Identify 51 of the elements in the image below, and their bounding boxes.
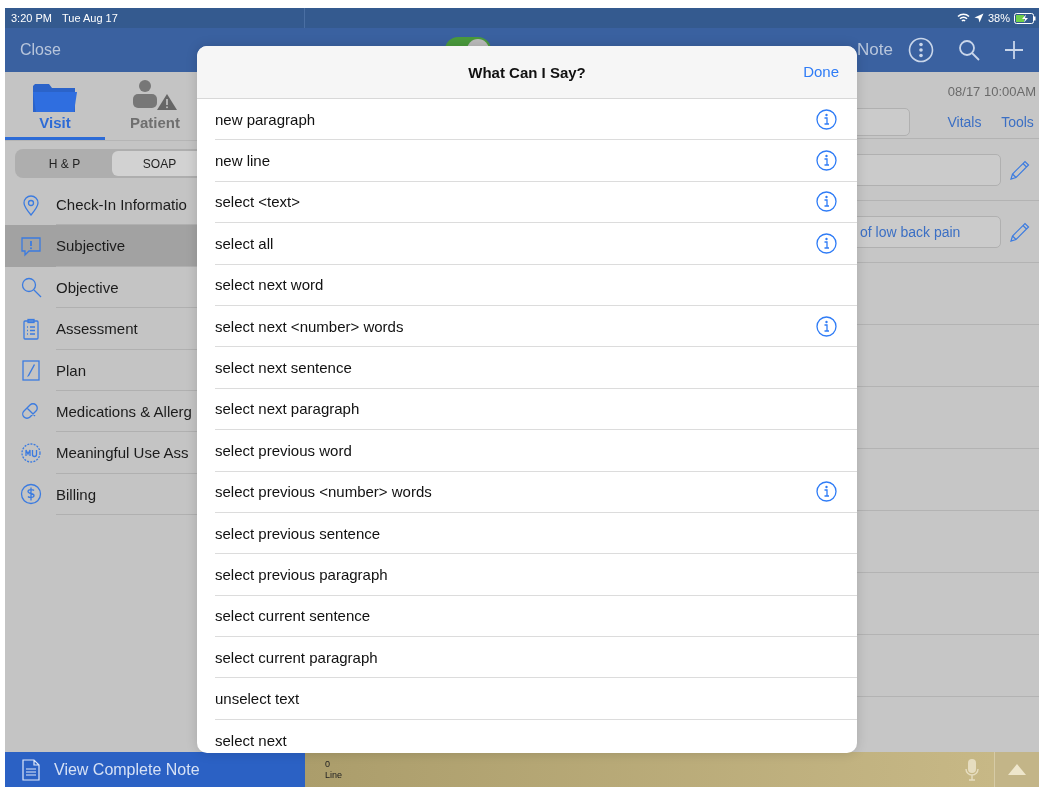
command-item: unselect text <box>215 690 300 708</box>
person-warning-icon <box>131 78 179 112</box>
add-icon[interactable] <box>1003 40 1024 60</box>
line-count: 0 <box>325 758 330 770</box>
info-icon[interactable] <box>816 191 837 213</box>
battery-level: 38% <box>987 12 1010 24</box>
pin-icon <box>20 193 42 216</box>
search-icon <box>20 276 42 299</box>
clipboard-icon <box>20 317 42 340</box>
command-item: select previous <number> words <box>215 483 432 501</box>
view-note-button[interactable]: View Complete Note <box>5 752 305 787</box>
wifi-icon <box>956 13 970 23</box>
document-icon <box>22 758 40 781</box>
pencil-icon[interactable] <box>1009 158 1031 181</box>
line-label: Line <box>325 769 342 781</box>
status-date: Tue Aug 17 <box>61 12 118 24</box>
info-icon[interactable] <box>816 232 837 254</box>
location-icon <box>973 13 984 23</box>
info-icon[interactable] <box>816 108 837 130</box>
done-button[interactable]: Done <box>803 63 839 80</box>
command-item: select next <number> words <box>215 317 404 335</box>
close-button[interactable]: Close <box>20 41 61 59</box>
note-title: Note <box>857 40 893 60</box>
command-item: select previous sentence <box>215 524 381 542</box>
command-item: select next <box>215 731 287 749</box>
command-item: select next paragraph <box>215 400 360 418</box>
info-icon[interactable] <box>816 150 837 172</box>
command-item: select all <box>215 234 274 252</box>
speech-bubble-icon <box>20 235 42 258</box>
command-item: new line <box>215 152 271 170</box>
command-item: select current sentence <box>215 607 371 625</box>
pencil-icon[interactable] <box>1009 220 1031 243</box>
dollar-icon <box>20 483 42 506</box>
dialog-title: What Can I Say? <box>468 63 586 81</box>
status-time: 3:20 PM <box>11 12 52 24</box>
info-icon[interactable] <box>816 315 837 337</box>
segment[interactable]: H & P <box>17 151 112 176</box>
info-icon[interactable] <box>816 481 837 503</box>
command-item: select current paragraph <box>215 648 378 666</box>
command-item: new paragraph <box>215 110 316 128</box>
search-icon[interactable] <box>957 39 980 61</box>
battery-icon <box>1014 12 1036 24</box>
visit-datetime: 08/17 10:00AM <box>947 84 1037 99</box>
command-item: select previous word <box>215 441 352 459</box>
command-item: select next word <box>215 276 324 294</box>
command-item: select next sentence <box>215 359 352 377</box>
command-item: select <text> <box>215 193 301 211</box>
command-item: select previous paragraph <box>215 566 388 583</box>
more-icon[interactable] <box>907 37 934 63</box>
mu-badge-icon <box>20 442 42 465</box>
pen-icon <box>20 359 42 382</box>
